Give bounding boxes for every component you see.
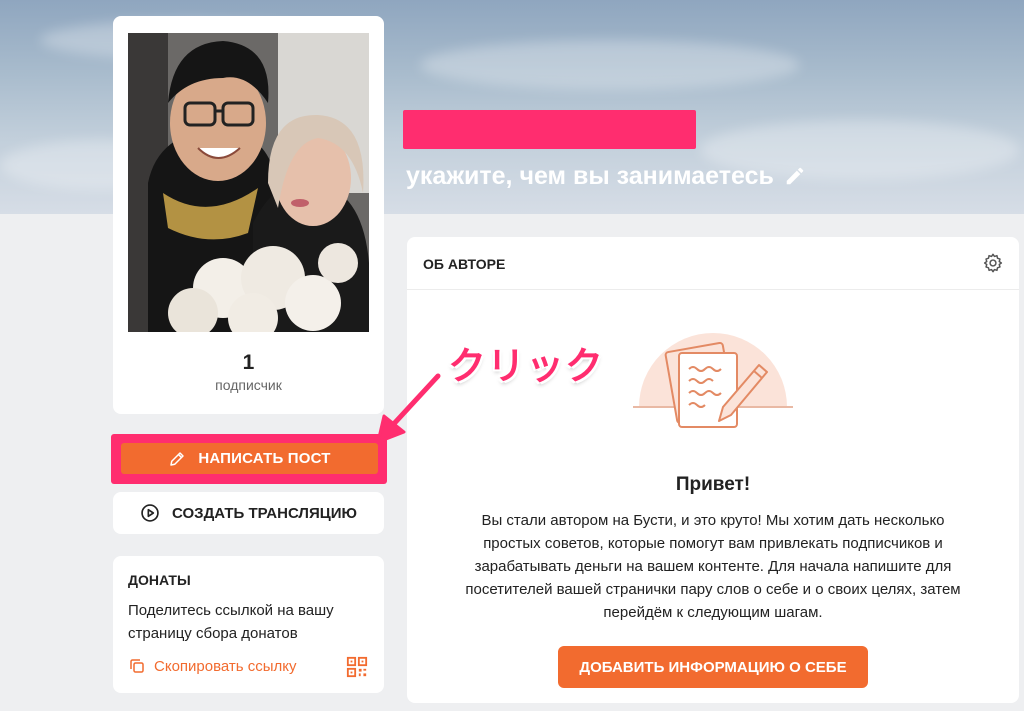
- about-author-title: ОБ АВТОРЕ: [423, 256, 506, 272]
- greeting-heading: Привет!: [675, 474, 751, 495]
- copy-link-label: Скопировать ссылку: [154, 657, 297, 675]
- donations-card: ДОНАТЫ Поделитесь ссылкой на вашу страни…: [113, 556, 384, 693]
- gear-icon[interactable]: [982, 252, 1004, 274]
- donations-title: ДОНАТЫ: [128, 572, 191, 588]
- copy-icon: [130, 659, 144, 673]
- about-author-card: ОБ АВТОРЕ Привет! Вы стали автором на Бу…: [407, 237, 1019, 703]
- about-author-header: ОБ АВТОРЕ: [407, 237, 1019, 290]
- profile-card: 1 подписчик: [113, 16, 384, 414]
- subscribers-label: подписчик: [215, 377, 282, 393]
- document-pencil-illustration: [633, 333, 793, 428]
- click-annotation: クリック: [448, 344, 605, 388]
- tagline[interactable]: укажите, чем вы занимаетесь: [406, 160, 806, 192]
- tagline-text: укажите, чем вы занимаетесь: [406, 161, 774, 190]
- pencil-icon: [170, 451, 185, 466]
- write-post-label: НАПИСАТЬ ПОСТ: [198, 450, 331, 467]
- qr-code-icon: [346, 656, 368, 678]
- copy-link-button[interactable]: Скопировать ссылку: [128, 657, 297, 675]
- about-author-text: Вы стали автором на Бусти, и это круто! …: [465, 512, 961, 621]
- play-circle-icon: [141, 504, 159, 522]
- create-stream-label: СОЗДАТЬ ТРАНСЛЯЦИЮ: [172, 504, 357, 522]
- donations-text: Поделитесь ссылкой на вашу страницу сбор…: [128, 602, 334, 642]
- author-name-redacted: [403, 110, 696, 149]
- write-post-button[interactable]: НАПИСАТЬ ПОСТ: [121, 443, 378, 474]
- avatar[interactable]: [128, 33, 369, 332]
- qr-code-button[interactable]: [346, 656, 368, 683]
- pencil-icon[interactable]: [784, 165, 806, 187]
- annotation-arrow-icon: [376, 373, 441, 444]
- add-info-button[interactable]: ДОБАВИТЬ ИНФОРМАЦИЮ О СЕБЕ: [558, 646, 868, 688]
- create-stream-button[interactable]: СОЗДАТЬ ТРАНСЛЯЦИЮ: [113, 492, 384, 534]
- subscribers-count: 1: [242, 351, 255, 374]
